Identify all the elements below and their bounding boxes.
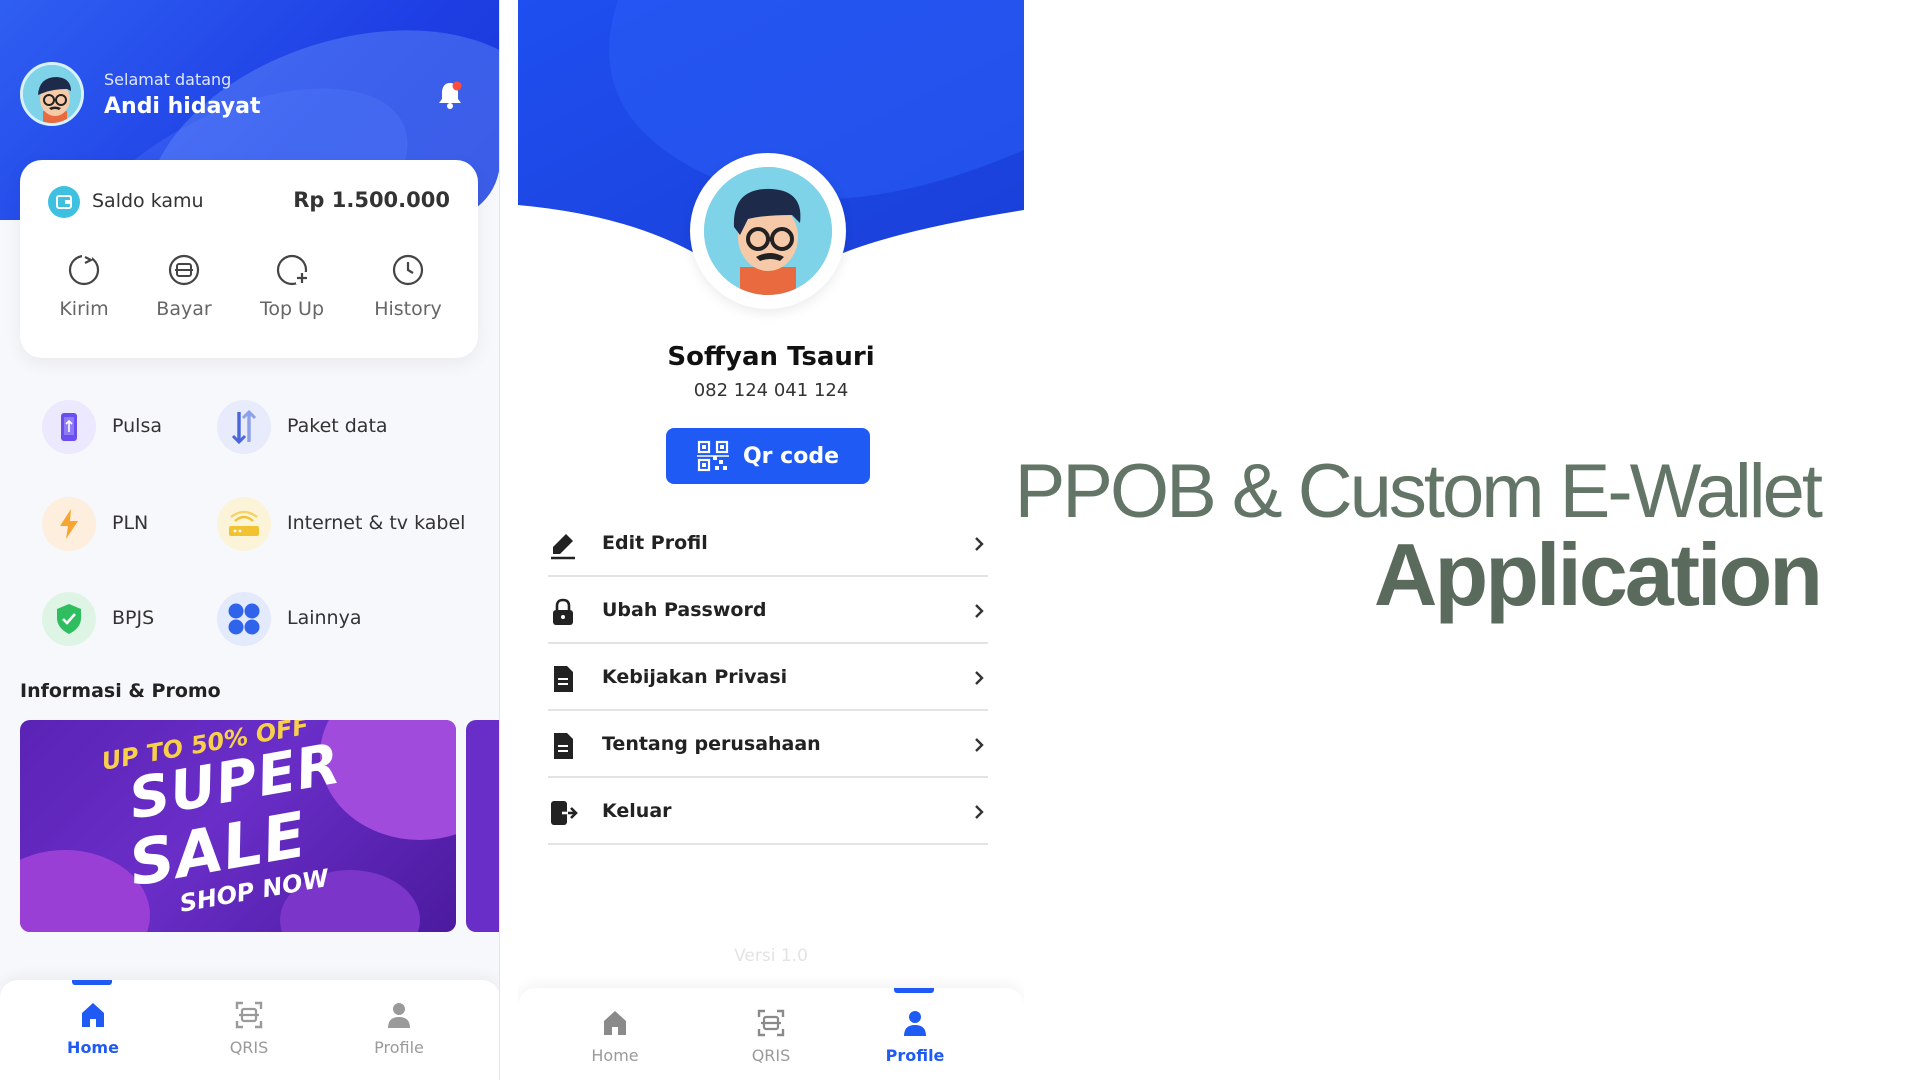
chevron-right-icon (975, 805, 984, 819)
menu-keluar[interactable]: Keluar (548, 778, 988, 845)
qr-code-label: Qr code (742, 443, 840, 469)
user-icon (388, 1003, 410, 1028)
home-screen: Selamat datang Andi hidayat Saldo kamu R… (0, 0, 500, 1080)
qris-icon (757, 1009, 785, 1037)
nav-qris[interactable]: QRIS (194, 1000, 304, 1057)
lightning-icon (42, 497, 96, 551)
qris-icon (235, 1001, 263, 1029)
promo-banner-next[interactable] (466, 720, 499, 932)
service-label: Lainnya (287, 607, 362, 629)
topup-button[interactable]: Top Up (244, 252, 340, 320)
history-button[interactable]: History (360, 252, 456, 320)
headline-title: PPOB & Custom E-Wallet (1014, 449, 1823, 534)
service-label: Paket data (287, 415, 388, 437)
home-icon (82, 1003, 104, 1027)
history-label: History (374, 298, 442, 320)
document-icon (554, 733, 573, 759)
promo-section-title: Informasi & Promo (20, 680, 221, 702)
nav-label: QRIS (751, 1046, 791, 1065)
menu-kebijakan-privasi[interactable]: Kebijakan Privasi (548, 644, 988, 711)
service-label: Pulsa (112, 415, 162, 437)
profile-avatar-frame (690, 153, 846, 309)
chevron-right-icon (975, 604, 984, 618)
router-icon (217, 497, 271, 551)
wallet-icon (48, 186, 80, 218)
pay-icon (168, 254, 200, 286)
send-button[interactable]: Kirim (36, 252, 132, 320)
lock-icon (553, 598, 573, 625)
nav-active-indicator (894, 988, 934, 993)
qr-icon (696, 440, 729, 472)
pay-label: Bayar (156, 298, 212, 320)
profile-screen: Soffyan Tsauri 082 124 041 124 Qr code E… (518, 0, 1024, 1080)
topup-icon (276, 254, 308, 286)
menu-tentang-perusahaan[interactable]: Tentang perusahaan (548, 711, 988, 778)
service-label: PLN (112, 512, 149, 534)
menu-edit-profil[interactable]: Edit Profil (548, 510, 988, 577)
nav-qris[interactable]: QRIS (716, 1008, 826, 1065)
profile-phone: 082 124 041 124 (693, 380, 849, 401)
nav-home[interactable]: Home (38, 1000, 148, 1057)
menu-label: Edit Profil (602, 532, 708, 554)
chevron-right-icon (975, 537, 984, 551)
nav-label: QRIS (229, 1038, 269, 1057)
service-label: BPJS (112, 607, 155, 629)
nav-home[interactable]: Home (560, 1008, 670, 1065)
nav-profile[interactable]: Profile (344, 1000, 454, 1057)
topup-label: Top Up (259, 298, 325, 320)
avatar[interactable] (704, 167, 832, 295)
chevron-right-icon (975, 738, 984, 752)
menu-label: Ubah Password (602, 599, 767, 621)
data-transfer-icon (217, 400, 271, 454)
logout-icon (551, 801, 578, 825)
nav-label: Home (67, 1038, 119, 1057)
qr-code-button[interactable]: Qr code (666, 428, 870, 484)
menu-label: Kebijakan Privasi (602, 666, 788, 688)
grid-icon (217, 592, 271, 646)
chevron-right-icon (975, 671, 984, 685)
app-version: Versi 1.0 (734, 946, 808, 966)
edit-icon (551, 534, 575, 560)
profile-name: Soffyan Tsauri (667, 342, 875, 372)
user-icon (904, 1011, 926, 1036)
avatar[interactable] (20, 62, 84, 126)
home-icon (604, 1011, 626, 1035)
clock-icon (392, 254, 424, 286)
nav-label: Profile (374, 1038, 424, 1057)
phone-icon (42, 400, 96, 454)
service-label: Internet & tv kabel (287, 512, 466, 534)
balance-label: Saldo kamu (92, 190, 204, 212)
notification-bell-icon[interactable] (436, 80, 464, 110)
user-name: Andi hidayat (104, 94, 261, 119)
balance-card: Saldo kamu Rp 1.500.000 Kirim Bayar Top … (20, 160, 478, 358)
send-icon (68, 254, 100, 286)
nav-profile[interactable]: Profile (860, 1008, 970, 1065)
nav-label: Home (591, 1046, 639, 1065)
menu-label: Keluar (602, 800, 672, 822)
balance-value: Rp 1.500.000 (293, 188, 450, 212)
menu-ubah-password[interactable]: Ubah Password (548, 577, 988, 644)
greeting-text: Selamat datang (104, 70, 232, 89)
send-label: Kirim (59, 298, 109, 320)
nav-label: Profile (885, 1046, 945, 1065)
bottom-nav: Home QRIS Profile (518, 988, 1024, 1080)
pay-button[interactable]: Bayar (136, 252, 232, 320)
document-icon (554, 666, 573, 692)
shield-check-icon (42, 592, 96, 646)
bottom-nav: Home QRIS Profile (0, 980, 499, 1080)
nav-active-indicator (72, 980, 112, 985)
promo-banner[interactable]: UP TO 50% OFF SUPER SALE SHOP NOW (20, 720, 456, 932)
headline-subtitle: Application (1373, 525, 1823, 624)
menu-label: Tentang perusahaan (602, 733, 821, 755)
